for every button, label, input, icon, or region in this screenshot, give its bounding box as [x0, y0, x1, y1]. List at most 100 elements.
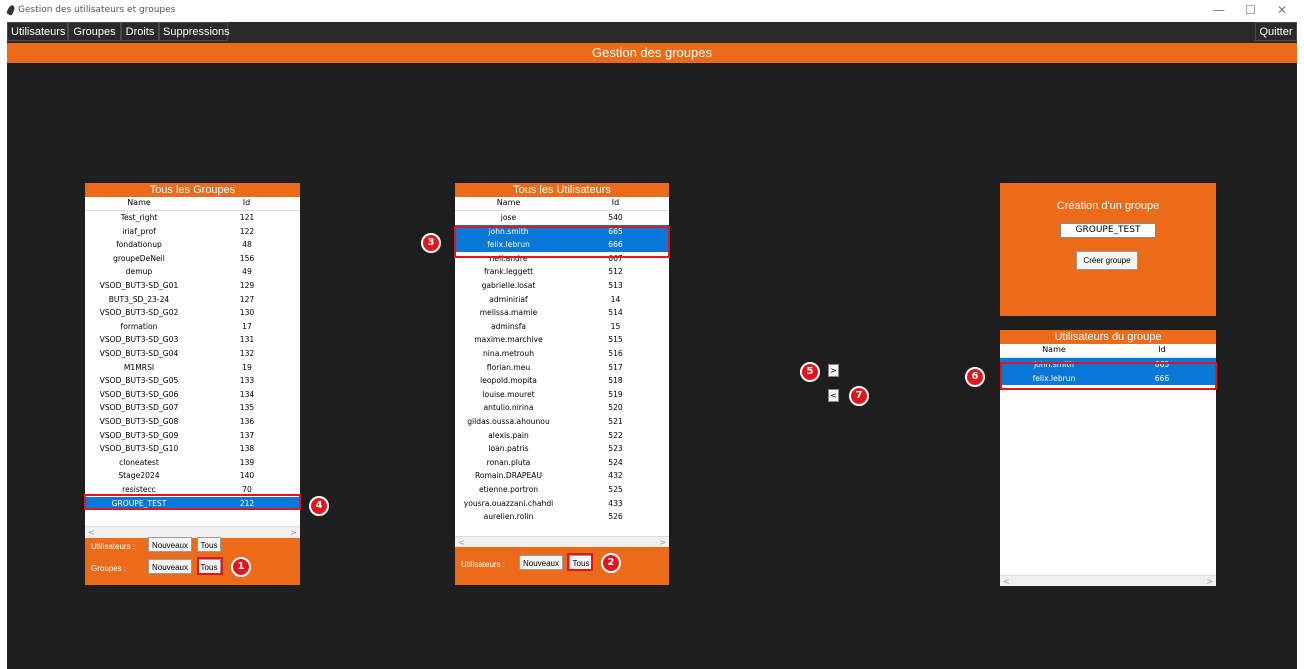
app-feather-icon — [6, 4, 16, 16]
table-row[interactable]: adminiriaf 14 — [455, 293, 669, 307]
members-hscrollbar[interactable]: < > — [1000, 575, 1216, 586]
row-id: 138 — [239, 444, 255, 454]
table-row[interactable]: iriaf_prof 122 — [85, 225, 300, 239]
row-id: 139 — [239, 457, 255, 467]
table-row[interactable]: VSOD_BUT3-SD_G09 137 — [85, 429, 300, 443]
menu-groupes[interactable]: Groupes — [68, 22, 121, 41]
menu-droits[interactable]: Droits — [121, 22, 159, 41]
table-row[interactable]: VSOD_BUT3-SD_G07 135 — [85, 401, 300, 415]
members-col-name[interactable]: Name — [1000, 345, 1108, 354]
table-row[interactable]: VSOD_BUT3-SD_G02 130 — [85, 306, 300, 320]
row-id: 432 — [608, 471, 623, 481]
groups-hscrollbar[interactable]: < > — [85, 526, 300, 538]
highlight-groups-all-button — [197, 557, 223, 575]
table-row[interactable]: louise.mouret 519 — [455, 388, 669, 402]
table-row[interactable]: gildas.oussa.ahounou 521 — [455, 415, 669, 429]
row-id: 49 — [242, 267, 252, 277]
groups-table[interactable]: Name Id Test_right 121 iriaf_prof 122 fondat… — [85, 197, 300, 538]
menu-utilisateurs[interactable]: Utilisateurs — [7, 22, 68, 41]
row-name: frank.leggett — [483, 267, 534, 277]
scroll-right-icon[interactable]: > — [1206, 576, 1213, 586]
members-col-id[interactable]: Id — [1108, 345, 1216, 354]
table-row[interactable]: VSOD_BUT3-SD_G10 138 — [85, 442, 300, 456]
row-id: 523 — [608, 444, 623, 454]
row-id: 135 — [239, 403, 255, 413]
row-id: 132 — [239, 349, 255, 358]
table-row[interactable]: maxime.marchive 515 — [455, 333, 669, 347]
menu-suppressions[interactable]: Suppressions — [159, 22, 230, 41]
table-row[interactable]: demup 49 — [85, 265, 300, 279]
row-id: 127 — [239, 294, 255, 304]
groups-col-name[interactable]: Name — [85, 198, 193, 207]
row-id: 540 — [608, 213, 623, 222]
users-new-button[interactable]: Nouveaux — [148, 537, 192, 552]
maximize-icon[interactable]: ☐ — [1245, 3, 1256, 17]
table-row[interactable]: melissa.mamie 514 — [455, 306, 669, 320]
table-row[interactable]: gabrielle.losat 513 — [455, 279, 669, 293]
row-id: 520 — [608, 403, 623, 413]
table-row[interactable]: cloneatest 139 — [85, 456, 300, 470]
row-name: leopold.mopita — [480, 376, 537, 386]
table-row[interactable]: frank.leggett 512 — [455, 265, 669, 279]
table-row[interactable]: jose 540 — [455, 211, 669, 225]
table-row[interactable]: Romain.DRAPEAU 432 — [455, 469, 669, 483]
scroll-right-icon[interactable]: > — [290, 527, 297, 538]
table-row[interactable]: florian.meu 517 — [455, 361, 669, 375]
table-row[interactable]: antulio.nirina 520 — [455, 401, 669, 415]
users-col-id[interactable]: Id — [562, 198, 669, 207]
table-row[interactable]: Test_right 121 — [85, 211, 300, 225]
users-panel-new-button[interactable]: Nouveaux — [519, 555, 563, 570]
add-to-group-button[interactable]: > — [828, 364, 839, 377]
group-members-title: Utilisateurs du groupe — [1054, 331, 1162, 343]
row-name: VSOD_BUT3-SD_G01 — [99, 281, 179, 290]
table-row[interactable]: alexis.pain 522 — [455, 429, 669, 443]
table-row[interactable]: leopold.mopita 518 — [455, 374, 669, 388]
remove-from-group-button[interactable]: < — [828, 389, 839, 402]
window-title: Gestion des utilisateurs et groupes — [18, 5, 176, 15]
row-name: cloneatest — [119, 457, 159, 467]
create-group-button[interactable]: Créer groupe — [1076, 251, 1138, 270]
scroll-left-icon[interactable]: < — [1003, 576, 1010, 586]
table-row[interactable]: VSOD_BUT3-SD_G08 136 — [85, 415, 300, 429]
row-name: VSOD_BUT3-SD_G07 — [99, 403, 179, 413]
table-row[interactable]: fondationup 48 — [85, 238, 300, 252]
close-icon[interactable]: ✕ — [1277, 3, 1287, 17]
users-hscrollbar[interactable]: < > — [455, 536, 669, 547]
groups-new-button[interactable]: Nouveaux — [148, 559, 192, 574]
row-name: VSOD_BUT3-SD_G03 — [99, 335, 179, 345]
table-row[interactable]: groupeDeNeil 156 — [85, 252, 300, 266]
table-row[interactable]: VSOD_BUT3-SD_G06 134 — [85, 388, 300, 402]
scroll-left-icon[interactable]: < — [88, 527, 95, 538]
table-row[interactable]: adminsfa 15 — [455, 320, 669, 334]
row-name: gildas.oussa.ahounou — [467, 417, 550, 426]
table-row[interactable]: aurelien.rolin 526 — [455, 510, 669, 524]
row-id: 121 — [239, 213, 255, 222]
row-name: alexis.pain — [488, 430, 529, 440]
scroll-right-icon[interactable]: > — [659, 537, 666, 547]
table-row[interactable]: VSOD_BUT3-SD_G01 129 — [85, 279, 300, 293]
table-row[interactable]: yousra.ouazzani.chahdi 433 — [455, 497, 669, 511]
table-row[interactable]: VSOD_BUT3-SD_G03 131 — [85, 333, 300, 347]
group-name-input[interactable]: GROUPE_TEST — [1060, 223, 1156, 238]
minimize-icon[interactable]: — — [1213, 3, 1225, 17]
table-row[interactable]: ronan.pluta 524 — [455, 456, 669, 470]
table-row[interactable]: etienne.portron 525 — [455, 483, 669, 497]
table-row[interactable]: VSOD_BUT3-SD_G05 133 — [85, 374, 300, 388]
table-row[interactable]: M1MRSI 19 — [85, 361, 300, 375]
row-name: loan.patris — [488, 444, 529, 454]
row-name: etienne.portron — [478, 485, 539, 494]
table-row[interactable]: formation 17 — [85, 320, 300, 334]
users-col-name[interactable]: Name — [455, 198, 562, 207]
groups-col-id[interactable]: Id — [193, 198, 300, 207]
table-row[interactable]: Stage2024 140 — [85, 469, 300, 483]
groups-panel-title: Tous les Groupes — [149, 184, 236, 196]
quit-button[interactable]: Quitter — [1255, 22, 1297, 41]
table-row[interactable]: loan.patris 523 — [455, 442, 669, 456]
table-row[interactable]: nina.metrouh 516 — [455, 347, 669, 361]
table-row[interactable]: VSOD_BUT3-SD_G04 132 — [85, 347, 300, 361]
scroll-left-icon[interactable]: < — [458, 537, 465, 547]
row-name: Test_right — [120, 213, 158, 222]
table-row[interactable]: BUT3_SD_23-24 127 — [85, 293, 300, 307]
highlight-selected-users — [454, 226, 670, 258]
users-all-button[interactable]: Tous — [197, 537, 221, 552]
